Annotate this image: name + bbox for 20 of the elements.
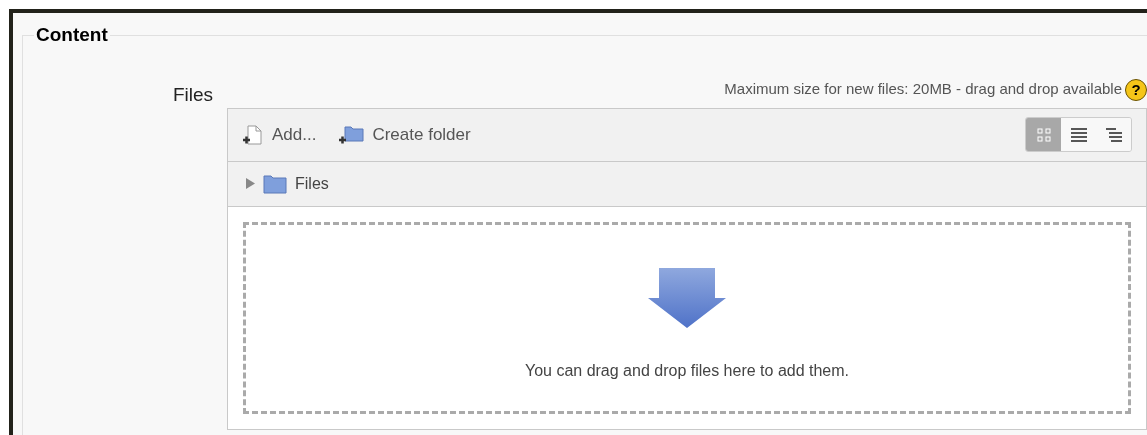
- folder-icon: [263, 173, 287, 194]
- create-folder-button[interactable]: Create folder: [338, 121, 471, 148]
- file-size-note: Maximum size for new files: 20MB - drag and drop available: [724, 79, 1122, 100]
- add-file-icon: [242, 123, 264, 146]
- drop-message: You can drag and drop files here to add them.: [524, 360, 850, 381]
- field-label: Files: [172, 82, 213, 107]
- list-icon: [1070, 127, 1087, 142]
- down-arrow-icon: [647, 266, 727, 329]
- path-link[interactable]: Files: [295, 171, 329, 196]
- grid-icon: [1036, 127, 1051, 142]
- section-title: Content: [35, 23, 109, 47]
- button-label: Create folder: [372, 123, 471, 146]
- help-icon[interactable]: ?: [1125, 78, 1147, 101]
- add-file-button[interactable]: Add...: [242, 121, 317, 148]
- add-folder-icon: [338, 123, 365, 146]
- view-mode-button[interactable]: [1096, 118, 1131, 151]
- tree-list-icon: [1105, 127, 1122, 142]
- button-label: Add...: [272, 123, 317, 146]
- expand-arrow-icon[interactable]: [246, 178, 255, 189]
- view-mode-button[interactable]: [1061, 118, 1096, 151]
